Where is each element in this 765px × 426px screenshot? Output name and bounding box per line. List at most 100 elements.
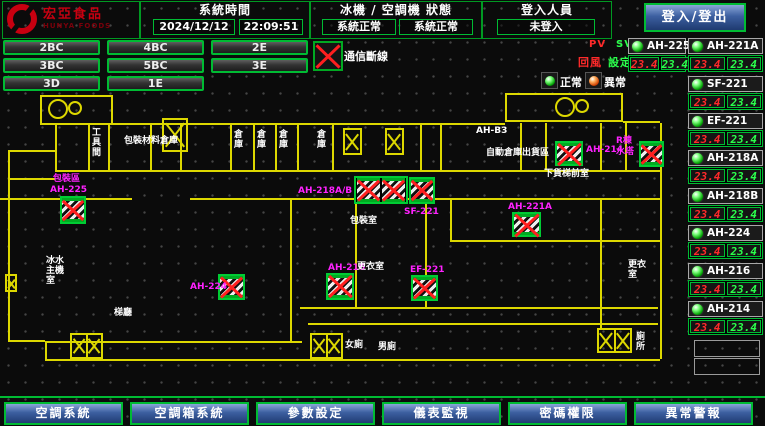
room-label: 倉庫 bbox=[234, 130, 245, 150]
wall-segment bbox=[150, 123, 152, 170]
floor-button-3e[interactable]: 3E bbox=[211, 58, 308, 73]
unit-panel-ah-225[interactable]: AH-225 bbox=[628, 38, 686, 54]
room-label: 男廁 bbox=[378, 342, 396, 352]
wall-segment bbox=[420, 123, 422, 170]
status-led-icon bbox=[691, 190, 704, 203]
unit-values-ah-214: 23.423.4 bbox=[688, 318, 763, 335]
wall-segment bbox=[623, 121, 660, 123]
normal-led-icon bbox=[541, 72, 558, 89]
empty-unit-slot bbox=[694, 358, 760, 375]
floor-button-5bc[interactable]: 5BC bbox=[107, 58, 204, 73]
status-led-icon bbox=[691, 40, 704, 53]
equipment-label: 水塔 bbox=[616, 147, 634, 157]
unit-panel-ah-221a[interactable]: AH-221A bbox=[688, 38, 763, 54]
wall-segment bbox=[275, 123, 277, 170]
unit-values-ah-221a: 23.423.4 bbox=[688, 55, 763, 72]
unit-panel-ah-218a[interactable]: AH-218A bbox=[688, 150, 763, 166]
wall-segment bbox=[55, 123, 57, 170]
empty-unit-slot bbox=[694, 340, 760, 357]
wall-segment bbox=[253, 123, 255, 170]
equipment-label: AH-225 bbox=[50, 185, 87, 195]
floor-button-3bc[interactable]: 3BC bbox=[3, 58, 100, 73]
nav-button-meter-monitor[interactable]: 儀表監視 bbox=[382, 402, 501, 425]
logo-title: 宏亞食品 bbox=[43, 8, 111, 22]
unit-values-ef-221: 23.423.4 bbox=[688, 130, 763, 147]
unit-panel-ef-221[interactable]: EF-221 bbox=[688, 113, 763, 129]
ahu-icon-ah-216[interactable] bbox=[326, 273, 354, 300]
unit-panel-ah-214[interactable]: AH-214 bbox=[688, 301, 763, 317]
wall-segment bbox=[8, 150, 55, 152]
room-label: 包裝室 bbox=[350, 216, 377, 226]
equipment-label: AH-218A/B bbox=[298, 186, 352, 196]
ahu-icon-ah-225[interactable] bbox=[60, 196, 86, 224]
hmi-screen: { "header": { "logo_title": "宏亞食品", "log… bbox=[0, 0, 765, 426]
return-air-label: 回風 bbox=[578, 54, 602, 70]
room-label: 包裝材料倉庫 bbox=[124, 136, 178, 146]
status-led-icon bbox=[691, 227, 704, 240]
floor-button-3d[interactable]: 3D bbox=[3, 76, 100, 91]
stair-icon bbox=[70, 333, 103, 359]
wall-segment bbox=[545, 123, 547, 170]
equipment-label: AH-224 bbox=[190, 282, 227, 292]
stair-icon bbox=[5, 274, 17, 292]
unit-panel-ah-216[interactable]: AH-216 bbox=[688, 263, 763, 279]
wall-segment bbox=[332, 123, 334, 170]
floor-button-1e[interactable]: 1E bbox=[107, 76, 204, 91]
nav-button-ahu-system[interactable]: 空調箱系統 bbox=[130, 402, 249, 425]
room-label: 倉庫 bbox=[279, 130, 290, 150]
wall-segment bbox=[88, 123, 90, 170]
unit-values-ah-218a: 23.423.4 bbox=[688, 167, 763, 184]
room-label: 倉庫 bbox=[317, 130, 328, 150]
ahu-icon-sf-221[interactable] bbox=[409, 177, 435, 204]
wall-segment bbox=[8, 150, 10, 342]
nav-button-password-auth[interactable]: 密碼權限 bbox=[508, 402, 627, 425]
wall-segment bbox=[45, 359, 660, 361]
wall-segment bbox=[450, 198, 452, 240]
abnormal-label: 異常 bbox=[604, 74, 626, 90]
room-label: 自動倉庫出貨區 bbox=[486, 148, 549, 158]
room-label: 梯廳 bbox=[114, 308, 132, 318]
ahu-icon-ef-221[interactable] bbox=[411, 275, 438, 301]
unit-values-ah-218b: 23.423.4 bbox=[688, 205, 763, 222]
login-logout-button[interactable]: 登入/登出 bbox=[644, 3, 746, 32]
floor-button-2e[interactable]: 2E bbox=[211, 40, 308, 55]
wall-segment bbox=[8, 178, 55, 180]
nav-button-parameters[interactable]: 參數設定 bbox=[256, 402, 375, 425]
floor-button-2bc[interactable]: 2BC bbox=[3, 40, 100, 55]
room-label: 倉庫 bbox=[257, 130, 268, 150]
room-label: 女廁 bbox=[345, 340, 363, 350]
equipment-label: EF-221 bbox=[410, 265, 445, 275]
status-led-icon bbox=[691, 265, 704, 278]
equipment-label: 包裝區 bbox=[53, 174, 80, 184]
ahu-icon-water-tower[interactable] bbox=[639, 141, 664, 167]
hunya-logo-icon bbox=[7, 4, 37, 34]
nav-button-ac-system[interactable]: 空調系統 bbox=[4, 402, 123, 425]
stair-icon bbox=[597, 328, 632, 353]
unit-panel-sf-221[interactable]: SF-221 bbox=[688, 76, 763, 92]
system-date-value: 2024/12/12 bbox=[153, 19, 235, 35]
stair-icon bbox=[162, 118, 188, 152]
stair-icon bbox=[343, 128, 362, 155]
room-label: 更衣室 bbox=[628, 260, 650, 280]
equipment-label: SF-221 bbox=[404, 207, 439, 217]
wall-segment bbox=[297, 123, 299, 170]
equipment-label: R棟 bbox=[616, 136, 632, 146]
unit-values-ah-224: 23.423.4 bbox=[688, 242, 763, 259]
ahu-icon-ah-218ab[interactable] bbox=[354, 176, 408, 204]
room-label: 冰水主機室 bbox=[46, 256, 68, 286]
floor-button-4bc[interactable]: 4BC bbox=[107, 40, 204, 55]
unit-panel-ah-218b[interactable]: AH-218B bbox=[688, 188, 763, 204]
nav-button-alarm[interactable]: 異常警報 bbox=[634, 402, 753, 425]
wall-segment bbox=[108, 123, 110, 170]
logo-panel: 宏亞食品 HUNYA FOODS bbox=[2, 1, 140, 39]
floor-plan: 包裝區 AH-225 AH-218A/B SF-221 AH-214 R棟 水塔… bbox=[0, 92, 675, 396]
ahu-icon-ah-221a[interactable] bbox=[512, 212, 541, 237]
unit-panel-ah-224[interactable]: AH-224 bbox=[688, 225, 763, 241]
logo-subtitle: HUNYA FOODS bbox=[43, 22, 111, 30]
wall-segment bbox=[290, 198, 292, 343]
comm-fail-label: 通信斷線 bbox=[344, 48, 388, 64]
ahu-icon-ah-214[interactable] bbox=[555, 141, 583, 166]
system-time-panel: 系統時間 2024/12/12 22:09:51 bbox=[140, 1, 310, 39]
wall-segment bbox=[300, 307, 658, 309]
ac-status-value: 系統正常 bbox=[399, 19, 473, 35]
